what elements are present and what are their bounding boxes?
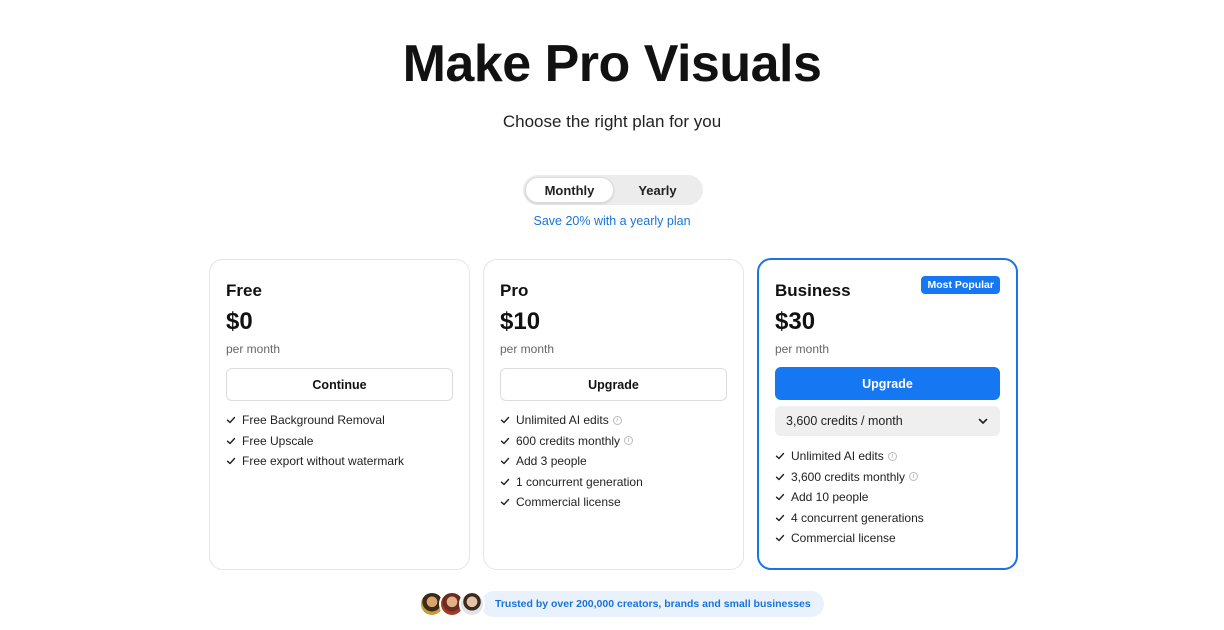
plan-price: $30 — [775, 308, 816, 335]
feature-text: Commercial license — [791, 531, 896, 546]
yearly-savings-note: Save 20% with a yearly plan — [533, 214, 691, 228]
most-popular-badge: Most Popular — [921, 276, 1000, 294]
check-icon — [775, 472, 785, 482]
feature-item: Add 10 people — [775, 487, 1004, 508]
check-icon — [775, 451, 785, 461]
feature-text: Free Upscale — [242, 433, 314, 448]
feature-item: Add 3 people — [500, 451, 731, 472]
feature-text: 4 concurrent generations — [791, 510, 924, 525]
feature-item: 3,600 credits monthly i — [775, 467, 1004, 488]
plan-card-pro: Pro $10 per month Upgrade Unlimited AI e… — [483, 259, 744, 570]
check-icon — [775, 533, 785, 543]
avatar — [459, 591, 485, 617]
check-icon — [226, 436, 236, 446]
feature-item: 600 credits monthly i — [500, 431, 731, 452]
check-icon — [500, 456, 510, 466]
plan-card-business: Business Most Popular $30 per month Upgr… — [757, 258, 1018, 570]
feature-text: Add 10 people — [791, 490, 869, 505]
feature-item: Free Background Removal — [226, 410, 457, 431]
feature-text: 3,600 credits monthly — [791, 469, 906, 484]
toggle-monthly[interactable]: Monthly — [525, 177, 614, 203]
page-subtitle: Choose the right plan for you — [502, 112, 722, 131]
check-icon — [500, 477, 510, 487]
info-icon[interactable]: i — [887, 451, 897, 461]
feature-item: Free export without watermark — [226, 451, 457, 472]
feature-item: Unlimited AI edits i — [775, 446, 1004, 467]
plan-card-free: Free $0 per month Continue Free Backgrou… — [209, 259, 470, 570]
toggle-yearly[interactable]: Yearly — [614, 177, 701, 203]
feature-text: Commercial license — [516, 495, 621, 510]
feature-list: Unlimited AI edits i 600 credits monthly i A… — [500, 410, 731, 513]
trust-text: Trusted by over 200,000 creators, brands… — [481, 591, 824, 617]
plan-name: Pro — [500, 281, 529, 300]
check-icon — [500, 497, 510, 507]
feature-item: 4 concurrent generations — [775, 508, 1004, 529]
feature-text: Add 3 people — [516, 454, 587, 469]
trust-strip: Trusted by over 200,000 creators, brands… — [419, 590, 824, 618]
avatar-group — [419, 591, 485, 617]
credits-select[interactable]: 3,600 credits / month — [775, 406, 1000, 436]
plan-period: per month — [775, 342, 830, 356]
feature-item: Free Upscale — [226, 431, 457, 452]
feature-text: Unlimited AI edits — [791, 449, 884, 464]
continue-button[interactable]: Continue — [226, 368, 453, 401]
chevron-down-icon — [977, 415, 989, 427]
plan-period: per month — [226, 342, 281, 356]
upgrade-pro-button[interactable]: Upgrade — [500, 368, 727, 401]
feature-list: Unlimited AI edits i 3,600 credits monthly… — [775, 446, 1004, 549]
feature-item: 1 concurrent generation — [500, 472, 731, 493]
plan-price: $0 — [226, 308, 253, 335]
feature-list: Free Background Removal Free Upscale Free … — [226, 410, 457, 472]
plan-period: per month — [500, 342, 555, 356]
info-icon[interactable]: i — [909, 472, 919, 482]
info-icon[interactable]: i — [624, 436, 634, 446]
feature-text: Free export without watermark — [242, 454, 405, 469]
plan-price: $10 — [500, 308, 541, 335]
feature-text: Unlimited AI edits — [516, 413, 609, 428]
check-icon — [226, 415, 236, 425]
feature-item: Commercial license — [500, 492, 731, 513]
check-icon — [775, 513, 785, 523]
plan-name: Business — [775, 281, 851, 300]
credits-select-value: 3,600 credits / month — [786, 414, 903, 428]
check-icon — [775, 492, 785, 502]
plan-name: Free — [226, 281, 262, 300]
check-icon — [500, 415, 510, 425]
check-icon — [500, 436, 510, 446]
feature-text: 600 credits monthly — [516, 433, 621, 448]
feature-item: Commercial license — [775, 528, 1004, 549]
feature-text: Free Background Removal — [242, 413, 385, 428]
billing-toggle: Monthly Yearly — [523, 175, 703, 205]
feature-item: Unlimited AI edits i — [500, 410, 731, 431]
feature-text: 1 concurrent generation — [516, 474, 643, 489]
page-title: Make Pro Visuals — [402, 35, 822, 93]
check-icon — [226, 456, 236, 466]
upgrade-business-button[interactable]: Upgrade — [775, 367, 1000, 400]
info-icon[interactable]: i — [612, 415, 622, 425]
